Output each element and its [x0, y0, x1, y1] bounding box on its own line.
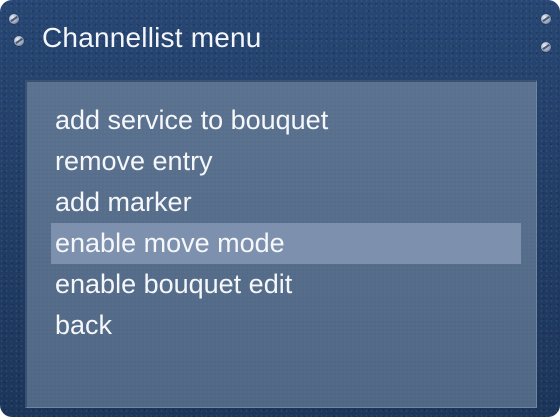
title-bar: Channellist menu — [0, 0, 560, 80]
screw-icon — [541, 42, 551, 52]
screw-icon — [9, 14, 19, 24]
menu-item-remove-entry[interactable]: remove entry — [51, 141, 521, 182]
window-title: Channellist menu — [42, 22, 262, 53]
menu-panel: add service to bouquet remove entry add … — [25, 80, 537, 408]
menu-item-add-service-to-bouquet[interactable]: add service to bouquet — [51, 100, 521, 141]
channellist-menu-window: Channellist menu add service to bouquet … — [0, 0, 560, 417]
menu-item-back[interactable]: back — [51, 305, 521, 346]
screw-icon — [541, 14, 551, 24]
menu-item-add-marker[interactable]: add marker — [51, 182, 521, 223]
menu-list: add service to bouquet remove entry add … — [27, 100, 536, 346]
menu-item-enable-bouquet-edit[interactable]: enable bouquet edit — [51, 264, 521, 305]
screw-icon — [14, 36, 24, 46]
menu-item-enable-move-mode[interactable]: enable move mode — [51, 223, 521, 264]
